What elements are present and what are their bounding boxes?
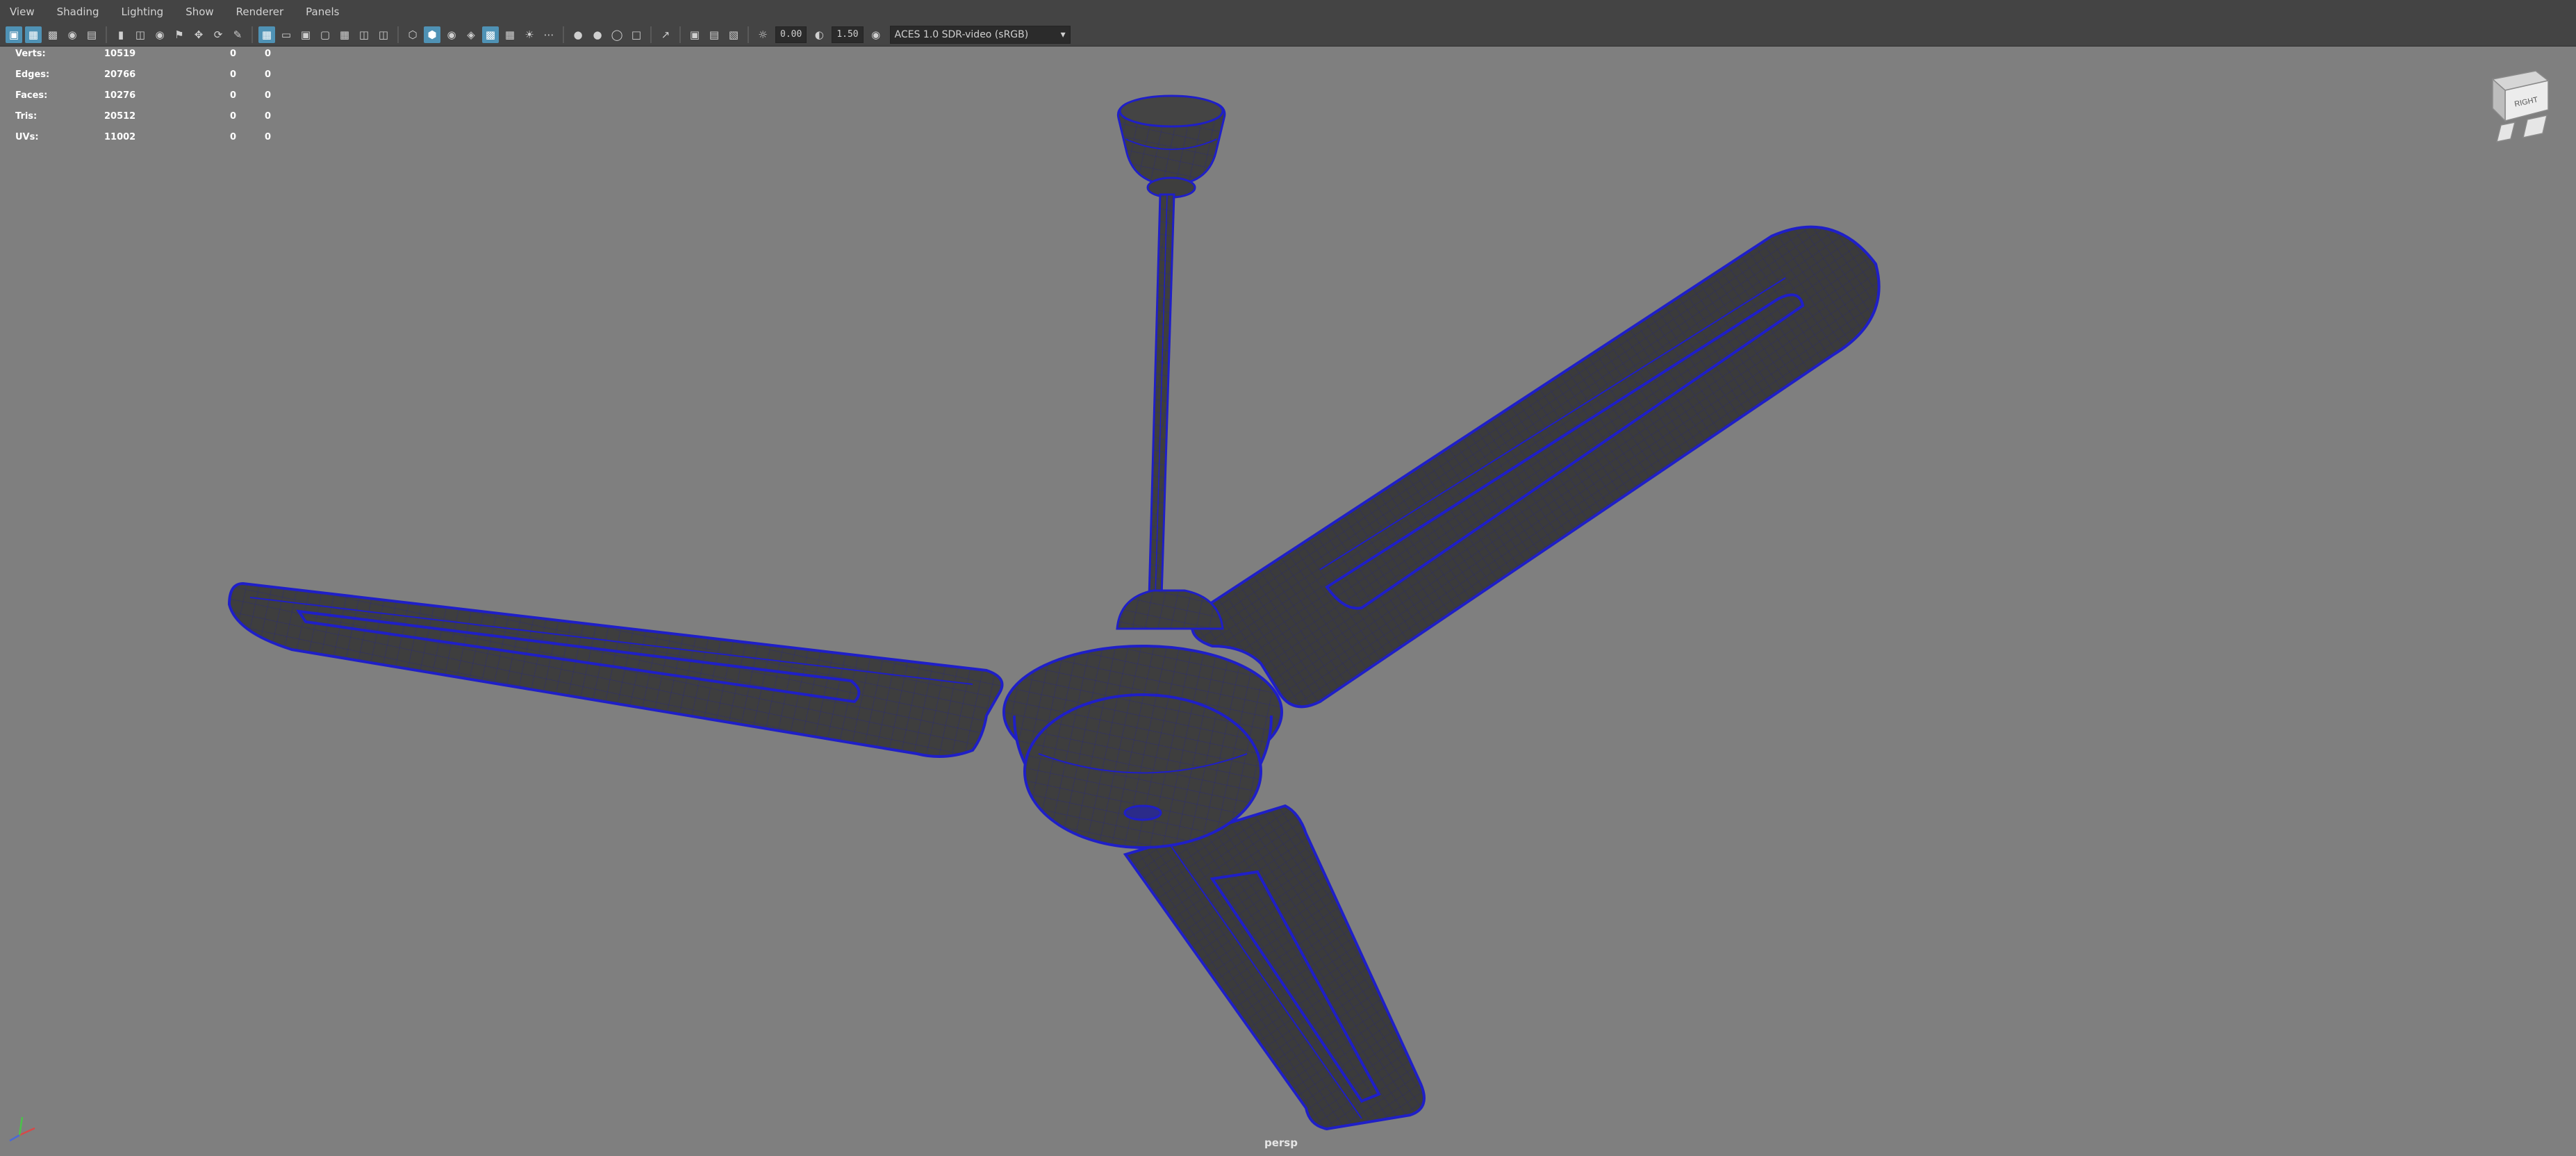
chevron-down-icon: ▾ xyxy=(1060,29,1066,40)
hud-value: 10519 xyxy=(104,48,136,59)
toolbar-separator xyxy=(563,26,564,43)
axis-gizmo xyxy=(9,1116,35,1142)
toolbar-separator xyxy=(748,26,749,43)
viewcube[interactable]: RIGHT xyxy=(2487,67,2557,143)
menu-lighting[interactable]: Lighting xyxy=(110,0,175,24)
camera-bookmark-icon[interactable]: ◉ xyxy=(151,26,168,43)
shadows-icon[interactable]: ▦ xyxy=(502,26,518,43)
hud-value: 0 xyxy=(264,90,271,101)
resolution-gate-icon[interactable]: ▣ xyxy=(297,26,314,43)
hud-row-verts: Verts: 10519 0 0 xyxy=(15,43,271,64)
gamma-field[interactable]: 1.50 xyxy=(832,26,864,43)
hud-value: 0 xyxy=(264,48,271,59)
hud-value: 0 xyxy=(264,69,271,80)
toolbar-separator xyxy=(679,26,681,43)
camera-icon[interactable]: ▮ xyxy=(113,26,129,43)
colorspace-value: ACES 1.0 SDR-video (sRGB) xyxy=(894,29,1029,40)
xray-active-icon[interactable]: ▣ xyxy=(686,26,703,43)
camera-name-label: persp xyxy=(1264,1137,1298,1149)
x-axis-line xyxy=(19,1127,35,1137)
hud-value: 0 xyxy=(229,110,236,122)
hud-poly-count: Verts: 10519 0 0 Edges: 20766 0 0 Faces:… xyxy=(15,43,271,147)
menu-panels[interactable]: Panels xyxy=(295,0,350,24)
hud-row-faces: Faces: 10276 0 0 xyxy=(15,85,271,106)
image-plane-icon[interactable]: ◉ xyxy=(64,26,81,43)
viewport[interactable] xyxy=(0,46,2576,1156)
panel-menubar: View Shading Lighting Show Renderer Pane… xyxy=(0,0,2576,24)
use-all-lights-icon[interactable]: ☀ xyxy=(521,26,538,43)
view-transform-icon[interactable]: ◉ xyxy=(868,26,884,43)
menu-view[interactable]: View xyxy=(0,0,46,24)
hud-value: 0 xyxy=(229,90,236,101)
hud-icon[interactable]: ▧ xyxy=(725,26,742,43)
isolate-select-icon[interactable]: ↗ xyxy=(657,26,674,43)
default-material-icon[interactable]: ◉ xyxy=(443,26,460,43)
fan-blade-left[interactable] xyxy=(227,581,1004,758)
bookmark-flag-icon[interactable]: ⚑ xyxy=(171,26,188,43)
lock-camera-icon[interactable]: ▦ xyxy=(25,26,42,43)
hud-value: 11002 xyxy=(104,131,136,142)
hud-value: 0 xyxy=(264,110,271,122)
hud-value: 0 xyxy=(229,69,236,80)
wireframe-icon[interactable]: ⬡ xyxy=(404,26,421,43)
camera-attributes-icon[interactable]: ◫ xyxy=(132,26,149,43)
gate-mask-icon[interactable]: ▢ xyxy=(317,26,333,43)
y-axis-line xyxy=(18,1116,24,1136)
gamma-icon[interactable]: ◐ xyxy=(811,26,827,43)
fan-blade-right[interactable] xyxy=(1191,225,1881,709)
fan-canopy[interactable] xyxy=(1116,94,1226,199)
grid-2d-icon[interactable]: ▤ xyxy=(83,26,100,43)
safe-title-icon[interactable]: ◫ xyxy=(375,26,392,43)
multisample-aa-icon[interactable]: ● xyxy=(589,26,606,43)
smooth-shade-icon[interactable]: ⬢ xyxy=(424,26,440,43)
toolbar-separator xyxy=(650,26,652,43)
toolbar-separator xyxy=(106,26,107,43)
colorspace-dropdown[interactable]: ACES 1.0 SDR-video (sRGB) ▾ xyxy=(889,26,1071,44)
menu-renderer[interactable]: Renderer xyxy=(225,0,295,24)
menu-show[interactable]: Show xyxy=(174,0,224,24)
hud-label: Verts: xyxy=(15,48,46,59)
field-chart-icon[interactable]: ▦ xyxy=(336,26,353,43)
screen-space-ao-icon[interactable]: ● xyxy=(570,26,586,43)
shaded-wireframe-icon[interactable]: ◈ xyxy=(463,26,479,43)
xray-joints-icon[interactable]: ▤ xyxy=(706,26,723,43)
fan-blade-bottom[interactable] xyxy=(1123,804,1426,1131)
hud-label: Faces: xyxy=(15,90,48,101)
select-camera-icon[interactable]: ▣ xyxy=(6,26,22,43)
xray-icon[interactable]: □ xyxy=(628,26,645,43)
hud-value: 0 xyxy=(229,131,236,142)
hud-label: UVs: xyxy=(15,131,39,142)
zoom-icon[interactable]: ✎ xyxy=(229,26,246,43)
toolbar-separator xyxy=(251,26,253,43)
hud-label: Edges: xyxy=(15,69,50,80)
hud-value: 10276 xyxy=(104,90,136,101)
menu-shading[interactable]: Shading xyxy=(46,0,110,24)
exposure-icon[interactable]: ☼ xyxy=(754,26,771,43)
hud-row-tris: Tris: 20512 0 0 xyxy=(15,106,271,126)
track-icon[interactable]: ✥ xyxy=(190,26,207,43)
hud-value: 0 xyxy=(229,48,236,59)
z-axis-line xyxy=(9,1134,20,1142)
hud-row-edges: Edges: 20766 0 0 xyxy=(15,64,271,85)
tumble-icon[interactable]: ⟳ xyxy=(210,26,226,43)
film-gate-icon[interactable]: ▭ xyxy=(278,26,295,43)
bookmark-icon[interactable]: ▩ xyxy=(44,26,61,43)
fan-downrod[interactable] xyxy=(1148,193,1175,599)
safe-action-icon[interactable]: ◫ xyxy=(356,26,372,43)
panel-toolbar: ▣ ▦ ▩ ◉ ▤ ▮ ◫ ◉ ⚑ ✥ ⟳ ✎ ▦ ▭ ▣ ▢ ▦ ◫ ◫ ⬡ … xyxy=(0,24,2576,47)
hud-row-uvs: UVs: 11002 0 0 xyxy=(15,126,271,147)
hud-value: 0 xyxy=(264,131,271,142)
motion-blur-icon[interactable]: ⋯ xyxy=(540,26,557,43)
textured-icon[interactable]: ▩ xyxy=(482,26,499,43)
toolbar-separator xyxy=(397,26,399,43)
hud-value: 20512 xyxy=(104,110,136,122)
hud-label: Tris: xyxy=(15,110,38,122)
hud-value: 20766 xyxy=(104,69,136,80)
grid-icon[interactable]: ▦ xyxy=(258,26,275,43)
exposure-field[interactable]: 0.00 xyxy=(775,26,807,43)
depth-of-field-icon[interactable]: ◯ xyxy=(609,26,625,43)
